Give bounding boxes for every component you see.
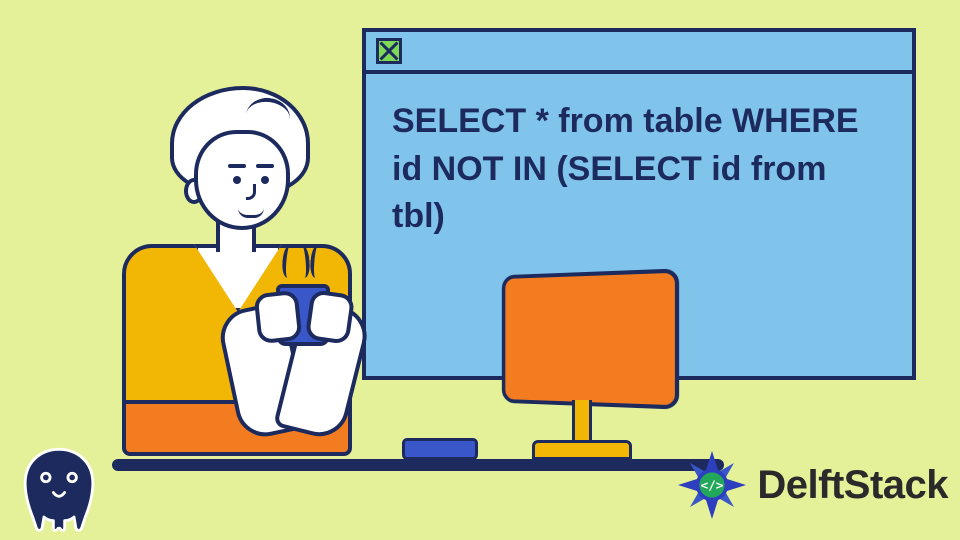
monitor-neck <box>572 400 592 444</box>
hand-left <box>254 290 303 344</box>
keyboard <box>402 438 478 460</box>
delftstack-brand: </> DelftStack <box>675 448 948 522</box>
monitor-screen <box>502 268 679 409</box>
desk-surface <box>112 459 724 471</box>
eye-right <box>261 176 269 184</box>
person-face <box>194 130 290 230</box>
sql-query-text: SELECT * from table WHERE id NOT IN (SEL… <box>366 74 912 265</box>
eye-left <box>233 176 241 184</box>
mug-steam <box>280 244 330 284</box>
mouth <box>238 208 264 218</box>
person-illustration <box>112 86 422 466</box>
delftstack-mark-icon: </> <box>675 448 749 522</box>
monitor-base <box>532 440 632 460</box>
postgresql-elephant-icon <box>12 438 106 532</box>
eyebrow-left <box>228 164 246 168</box>
eyebrow-right <box>256 164 274 168</box>
delftstack-wordmark: DelftStack <box>757 463 948 508</box>
monitor <box>494 272 678 472</box>
window-titlebar <box>366 32 912 74</box>
svg-text:</>: </> <box>701 477 724 492</box>
hand-right <box>305 289 356 345</box>
nose <box>246 184 256 200</box>
close-icon[interactable] <box>376 38 402 64</box>
